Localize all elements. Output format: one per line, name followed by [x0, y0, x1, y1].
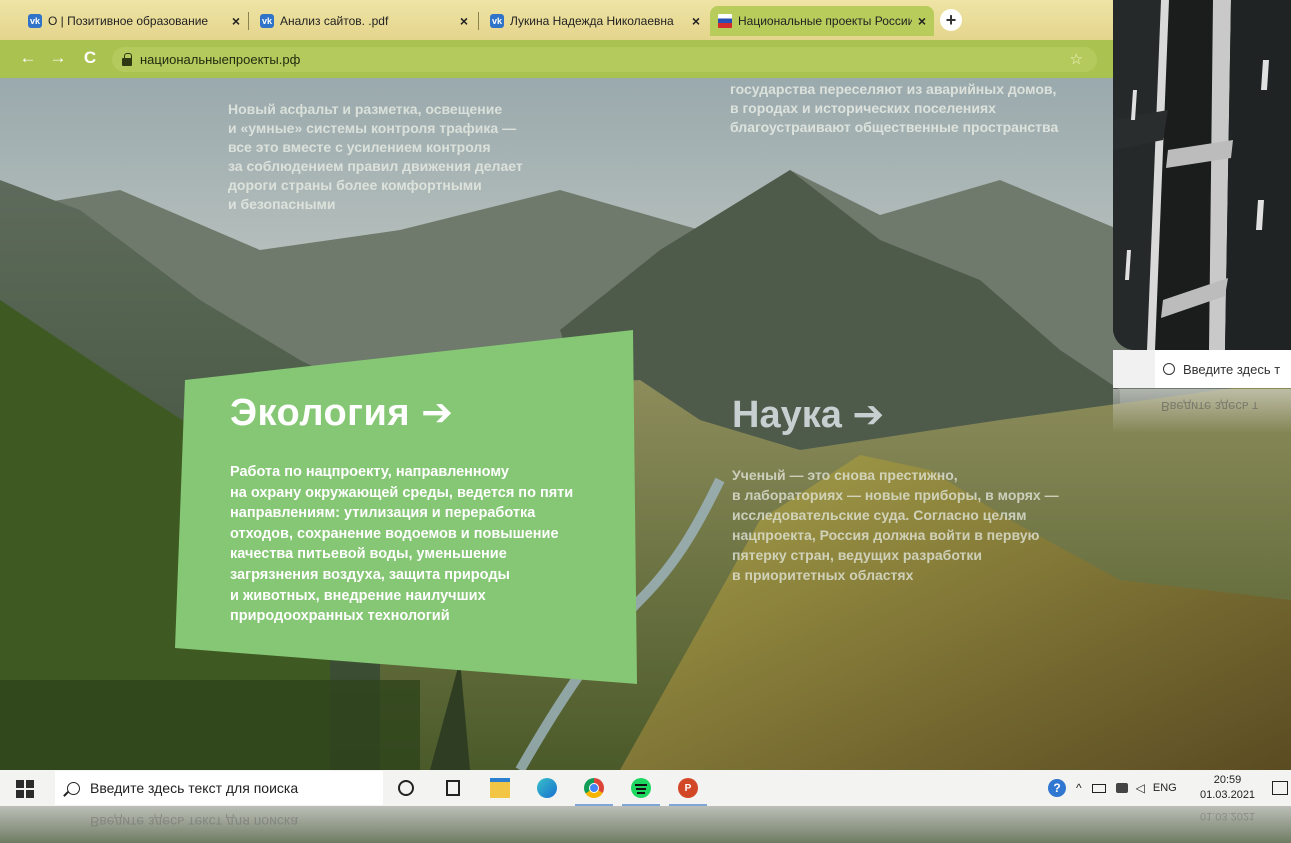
tab-title: Лукина Надежда Николаевна: [510, 14, 674, 28]
science-title[interactable]: Наука ➔: [732, 392, 884, 437]
inset-search-placeholder: Введите здесь т: [1183, 361, 1281, 377]
ecology-description: Работа по нацпроекту, направленному на о…: [230, 464, 574, 625]
browser-tab-strip: vk О | Позитивное образование × vk Анали…: [0, 0, 1120, 40]
close-tab-icon[interactable]: ×: [692, 13, 700, 29]
tab-title: О | Позитивное образование: [48, 14, 209, 28]
roads-description: Новый асфальт и разметка, освещение и «у…: [228, 101, 523, 212]
battery-icon[interactable]: [1091, 783, 1106, 793]
url-text: национальныепроекты.рф: [140, 52, 301, 67]
search-icon: [67, 781, 80, 795]
back-icon[interactable]: ←: [18, 48, 38, 68]
vk-icon: vk: [28, 14, 42, 28]
tab-title: Анализ сайтов. .pdf: [280, 14, 389, 28]
science-description: Ученый — это снова престижно, в лаборато…: [732, 467, 1059, 583]
vk-icon: vk: [260, 14, 274, 28]
russia-flag-icon: [718, 14, 732, 28]
new-tab-button[interactable]: +: [940, 9, 962, 31]
clock-date: 01.03.2021: [1200, 789, 1256, 801]
housing-description: государства переселяют из аварийных домо…: [730, 81, 1059, 135]
vk-icon: vk: [490, 14, 504, 28]
tab-divider: [478, 12, 479, 30]
tab-site-analysis-pdf[interactable]: vk Анализ сайтов. .pdf ×: [252, 6, 476, 36]
search-icon: [1163, 363, 1175, 375]
lock-icon: [122, 52, 132, 66]
windows-start-icon[interactable]: [16, 780, 34, 798]
close-tab-icon[interactable]: ×: [232, 13, 240, 29]
file-explorer-icon[interactable]: [487, 775, 513, 801]
taskbar-reflection: Введите здесь текст для поиска 01.03.202…: [0, 806, 1291, 843]
address-bar[interactable]: национальныепроекты.рф ☆: [112, 47, 1097, 72]
reflection-date: 01.03.2021: [1200, 810, 1256, 822]
clock[interactable]: 20:59 01.03.2021: [1200, 773, 1255, 803]
tab-divider: [248, 12, 249, 30]
help-icon[interactable]: ?: [1048, 779, 1066, 797]
chrome-icon[interactable]: [575, 775, 613, 806]
inset-reflection: Введите здесь т: [1113, 389, 1291, 433]
reflection-search-text: Введите здесь текст для поиска: [90, 814, 299, 830]
tab-title: Национальные проекты России: [738, 14, 912, 28]
volume-icon[interactable]: ◁: [1136, 781, 1145, 795]
spotify-icon[interactable]: [622, 775, 660, 806]
cortana-icon[interactable]: [393, 775, 419, 801]
screen: vk О | Позитивное образование × vk Анали…: [0, 0, 1291, 843]
notification-icon[interactable]: [1272, 781, 1288, 795]
network-icon[interactable]: [1115, 783, 1128, 793]
inset-search-box[interactable]: Введите здесь т: [1155, 350, 1291, 388]
system-tray: ? ^ ◁ ENG: [1048, 770, 1177, 806]
tab-national-projects[interactable]: Национальные проекты России ×: [710, 6, 934, 36]
forward-icon[interactable]: →: [48, 48, 68, 68]
browser-toolbar: ← → C национальныепроекты.рф ☆: [0, 40, 1120, 78]
taskbar-search-placeholder: Введите здесь текст для поиска: [90, 780, 299, 796]
language-indicator[interactable]: ENG: [1153, 782, 1177, 794]
reload-icon[interactable]: C: [80, 48, 100, 68]
ecology-title[interactable]: Экология ➔: [230, 390, 453, 435]
close-tab-icon[interactable]: ×: [918, 13, 926, 29]
close-tab-icon[interactable]: ×: [460, 13, 468, 29]
bookmark-star-icon[interactable]: ☆: [1070, 50, 1083, 68]
clock-time: 20:59: [1213, 774, 1242, 786]
inset-reflection-text: Введите здесь т: [1161, 399, 1259, 414]
tab-lukina[interactable]: vk Лукина Надежда Николаевна ×: [482, 6, 708, 36]
chevron-up-icon[interactable]: ^: [1076, 781, 1082, 795]
tab-positive-education[interactable]: vk О | Позитивное образование ×: [20, 6, 248, 36]
powerpoint-icon[interactable]: P: [669, 775, 707, 806]
edge-icon[interactable]: [534, 775, 560, 801]
aerial-road-image: [1113, 0, 1291, 350]
task-view-icon[interactable]: [440, 775, 466, 801]
windows-taskbar: Введите здесь текст для поиска P ? ^ ◁ E…: [0, 770, 1291, 806]
taskbar-search-input[interactable]: Введите здесь текст для поиска: [55, 771, 383, 805]
